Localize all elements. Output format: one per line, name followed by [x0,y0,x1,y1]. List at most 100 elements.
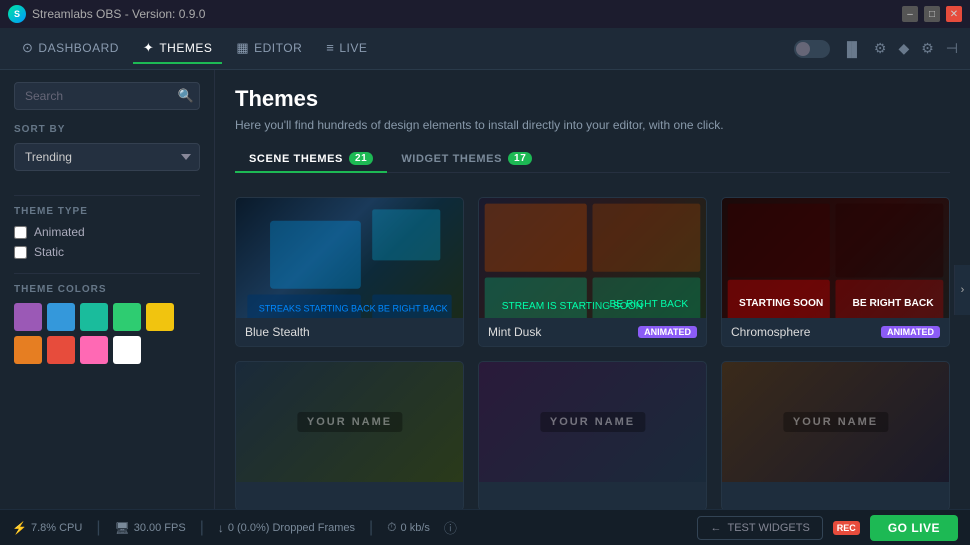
nav-item-live[interactable]: ≡ LIVE [316,34,377,63]
cpu-value: 7.8% CPU [31,522,82,534]
dropped-value: 0 (0.0%) Dropped Frames [228,522,355,534]
dashboard-icon: ⊙ [22,40,33,56]
theme-name-r2c1 [245,489,248,503]
theme-card-chromosphere[interactable]: Chromosphere ANIMATED [721,197,950,347]
dropped-icon: ↓ [218,521,224,535]
app-title: Streamlabs OBS - Version: 0.9.0 [32,7,205,21]
bandwidth-status: ⏱ 0 kb/s [387,520,430,535]
minimize-button[interactable]: – [902,6,918,22]
theme-card-r2c3[interactable] [721,361,950,509]
toggle-switch[interactable] [794,40,830,58]
settings-icon[interactable]: ⚙ [921,40,934,57]
main-layout: 🔍 SORT BY Trending Newest Popular THEME … [0,70,970,509]
checkbox-static[interactable]: Static [14,245,200,259]
status-right: ← TEST WIDGETS REC GO LIVE [697,515,958,541]
person-icon[interactable]: ⚙ [874,40,887,57]
theme-name-blue-stealth: Blue Stealth [245,325,310,339]
arrow-left-icon: ← [710,522,721,534]
nav-left: ⊙ DASHBOARD ✦ THEMES ▦ EDITOR ≡ LIVE [12,34,377,64]
nav-label-live: LIVE [339,41,367,55]
nav-item-editor[interactable]: ▦ EDITOR [226,34,312,64]
app-logo: S [8,5,26,23]
sort-by-label: SORT BY [14,124,200,135]
theme-card-blue-stealth[interactable]: Blue Stealth [235,197,464,347]
nav-label-dashboard: DASHBOARD [38,41,119,55]
title-bar-left: S Streamlabs OBS - Version: 0.9.0 [8,5,205,23]
theme-card-r2c1[interactable] [235,361,464,509]
theme-image-r2c2 [479,362,706,482]
theme-label-r2c1 [236,482,463,509]
checkbox-static-label: Static [34,245,64,259]
color-swatch-6[interactable] [47,336,75,364]
theme-label-mint-dusk: Mint Dusk ANIMATED [479,318,706,346]
theme-name-chromosphere: Chromosphere [731,325,810,339]
separator-2: | [200,519,204,537]
color-swatch-3[interactable] [113,303,141,331]
color-swatch-1[interactable] [47,303,75,331]
checkbox-static-input[interactable] [14,246,27,259]
theme-image-r2c3 [722,362,949,482]
title-bar-controls[interactable]: – □ ✕ [902,6,962,22]
test-widgets-button[interactable]: ← TEST WIDGETS [697,516,822,540]
color-swatch-0[interactable] [14,303,42,331]
theme-card-mint-dusk[interactable]: Mint Dusk ANIMATED [478,197,707,347]
themes-grid: Blue Stealth Mint Dusk ANIMATED Chromosp… [215,197,970,509]
theme-type-label: THEME TYPE [14,206,200,217]
page-title: Themes [235,86,950,112]
nav-label-editor: EDITOR [254,41,302,55]
close-button[interactable]: ✕ [946,6,962,22]
info-icon: ⓘ [444,518,457,537]
status-left: ⚡ 7.8% CPU | 🖥 30.00 FPS | ↓ 0 (0.0%) Dr… [12,518,457,537]
color-swatch-2[interactable] [80,303,108,331]
status-bar: ⚡ 7.8% CPU | 🖥 30.00 FPS | ↓ 0 (0.0%) Dr… [0,509,970,545]
tabs-row: SCENE THEMES 21 WIDGET THEMES 17 [235,146,950,173]
theme-image-blue-stealth [236,198,463,318]
theme-card-r2c2[interactable] [478,361,707,509]
themes-header: Themes Here you'll find hundreds of desi… [215,70,970,197]
checkbox-animated-label: Animated [34,225,85,239]
separator-3: | [369,519,373,537]
search-box: 🔍 [14,82,200,110]
animated-badge-chromosphere: ANIMATED [881,326,940,338]
theme-type-checkboxes: Animated Static [14,225,200,259]
separator-1: | [96,519,100,537]
maximize-button[interactable]: □ [924,6,940,22]
bandwidth-icon: ⏱ [387,520,396,535]
checkbox-animated[interactable]: Animated [14,225,200,239]
search-button[interactable]: 🔍 [178,88,194,104]
color-swatch-8[interactable] [113,336,141,364]
bars-icon[interactable]: ▐▌ [842,41,862,57]
cpu-icon: ⚡ [12,521,27,535]
sidebar: 🔍 SORT BY Trending Newest Popular THEME … [0,70,215,509]
info-item[interactable]: ⓘ [444,518,457,537]
theme-image-mint-dusk [479,198,706,318]
theme-colors-label: THEME COLORS [14,284,200,295]
tab-scene-themes[interactable]: SCENE THEMES 21 [235,146,387,173]
page-description: Here you'll find hundreds of design elem… [235,118,950,132]
nav-item-themes[interactable]: ✦ THEMES [133,34,222,64]
go-live-button[interactable]: GO LIVE [870,515,958,541]
content-area: Themes Here you'll find hundreds of desi… [215,70,970,509]
exit-icon[interactable]: ⊣ [946,40,958,57]
theme-name-mint-dusk: Mint Dusk [488,325,541,339]
color-swatch-4[interactable] [146,303,174,331]
tab-widget-label: WIDGET THEMES [401,153,502,165]
nav-item-dashboard[interactable]: ⊙ DASHBOARD [12,34,129,64]
sort-select[interactable]: Trending Newest Popular [14,143,200,171]
scroll-arrow[interactable]: › [954,265,970,315]
color-swatch-7[interactable] [80,336,108,364]
color-swatch-5[interactable] [14,336,42,364]
theme-image-r2c1 [236,362,463,482]
checkbox-animated-input[interactable] [14,226,27,239]
themes-icon: ✦ [143,40,154,56]
color-swatches [14,303,200,364]
search-input[interactable] [14,82,200,110]
tab-scene-label: SCENE THEMES [249,153,343,165]
nav-right: ▐▌ ⚙ ◆ ⚙ ⊣ [794,40,958,58]
test-widgets-label: TEST WIDGETS [727,522,809,534]
sidebar-divider-2 [14,273,200,274]
fps-status: 🖥 30.00 FPS [114,521,185,535]
theme-name-r2c3 [731,489,734,503]
tab-widget-themes[interactable]: WIDGET THEMES 17 [387,146,546,173]
discord-icon[interactable]: ◆ [898,40,909,57]
